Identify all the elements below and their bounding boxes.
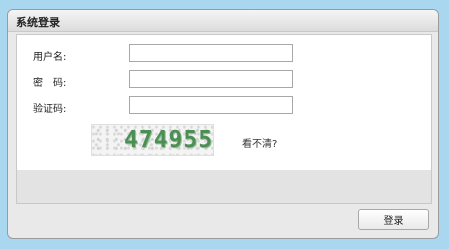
captcha-image[interactable]: 474955 (91, 124, 214, 156)
captcha-field[interactable] (129, 96, 293, 114)
username-field[interactable] (129, 44, 293, 62)
password-field[interactable] (129, 70, 293, 88)
login-button[interactable]: 登录 (358, 209, 429, 230)
captcha-label: 验证码: (33, 104, 67, 115)
captcha-code: 474955 (124, 127, 214, 153)
dialog-content: 用户名: 密 码: 验证码: 474955 看不清? (16, 34, 432, 204)
dialog-title: 系统登录 (16, 16, 60, 29)
captcha-refresh-link[interactable]: 看不清? (242, 135, 277, 150)
username-label: 用户名: (33, 52, 67, 63)
login-form: 用户名: 密 码: 验证码: 474955 看不清? (17, 35, 431, 170)
login-dialog: 系统登录 用户名: 密 码: 验证码: 474955 看不清? 登录 (7, 9, 439, 239)
dialog-titlebar: 系统登录 (8, 10, 438, 32)
password-label: 密 码: (33, 78, 67, 89)
